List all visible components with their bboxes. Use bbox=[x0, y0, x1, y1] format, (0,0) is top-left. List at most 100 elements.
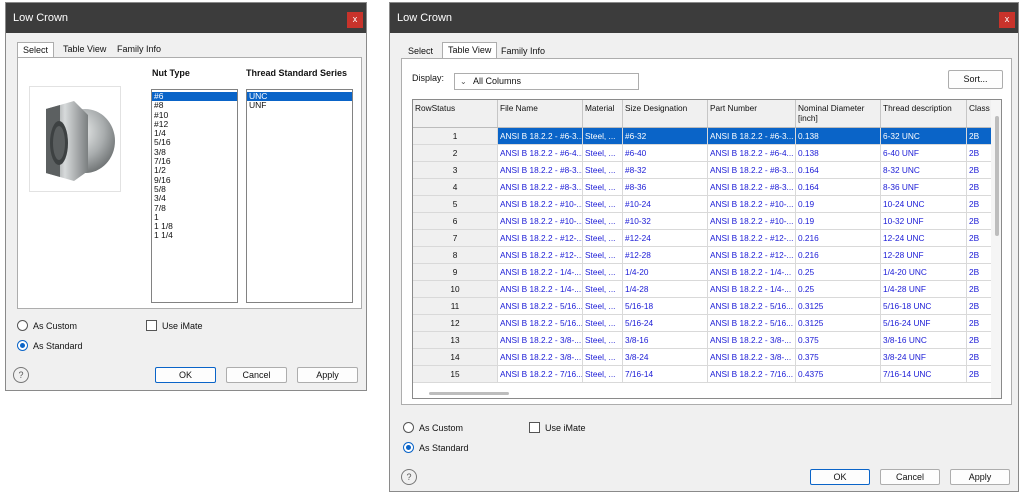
ok-button[interactable]: OK bbox=[155, 367, 216, 383]
table-cell[interactable]: Steel, ... bbox=[583, 196, 623, 212]
table-cell[interactable]: 5/16-18 UNC bbox=[881, 298, 967, 314]
table-cell[interactable]: Steel, ... bbox=[583, 213, 623, 229]
cancel-button[interactable]: Cancel bbox=[226, 367, 287, 383]
apply-button[interactable]: Apply bbox=[950, 469, 1010, 485]
table-cell[interactable]: Steel, ... bbox=[583, 162, 623, 178]
table-cell[interactable]: Steel, ... bbox=[583, 128, 623, 144]
table-cell[interactable]: ANSI B 18.2.2 - #8-3... bbox=[498, 162, 583, 178]
table-row[interactable]: 6 ANSI B 18.2.2 - #10-... Steel, ... #10-32… bbox=[413, 213, 993, 230]
table-row[interactable]: 9 ANSI B 18.2.2 - 1/4-... Steel, ... 1/4-20… bbox=[413, 264, 993, 281]
table-cell[interactable]: #10-24 bbox=[623, 196, 708, 212]
table-cell[interactable]: Steel, ... bbox=[583, 145, 623, 161]
table-cell[interactable]: Steel, ... bbox=[583, 349, 623, 365]
table-cell[interactable]: ANSI B 18.2.2 - #12-... bbox=[708, 230, 796, 246]
table-cell[interactable]: ANSI B 18.2.2 - #12-... bbox=[498, 247, 583, 263]
table-cell[interactable]: 3/8-16 bbox=[623, 332, 708, 348]
table-cell[interactable]: 5/16-24 bbox=[623, 315, 708, 331]
display-dropdown[interactable]: ⌄ All Columns bbox=[454, 73, 639, 90]
nut-type-list[interactable]: #6 #8 #10 #12 1/4 5/16 3/8 7/16 1/2 9/16 5/8 3/4 7/8… bbox=[151, 89, 238, 303]
table-cell[interactable]: 12-28 UNF bbox=[881, 247, 967, 263]
table-cell[interactable]: Steel, ... bbox=[583, 298, 623, 314]
table-cell[interactable]: 0.3125 bbox=[796, 298, 881, 314]
row-status-cell[interactable]: 12 bbox=[413, 315, 498, 331]
table-cell[interactable]: ANSI B 18.2.2 - 5/16... bbox=[498, 298, 583, 314]
table-cell[interactable]: 1/4-28 UNF bbox=[881, 281, 967, 297]
table-cell[interactable]: 3/8-24 bbox=[623, 349, 708, 365]
table-cell[interactable]: 2B bbox=[967, 264, 993, 280]
tab-table-view[interactable]: Table View bbox=[58, 42, 111, 58]
table-row[interactable]: 10 ANSI B 18.2.2 - 1/4-... Steel, ... 1/4-2… bbox=[413, 281, 993, 298]
table-cell[interactable]: 2B bbox=[967, 366, 993, 382]
row-status-cell[interactable]: 13 bbox=[413, 332, 498, 348]
table-cell[interactable]: 2B bbox=[967, 128, 993, 144]
row-status-cell[interactable]: 4 bbox=[413, 179, 498, 195]
table-row[interactable]: 8 ANSI B 18.2.2 - #12-... Steel, ... #12-28… bbox=[413, 247, 993, 264]
table-cell[interactable]: 3/8-16 UNC bbox=[881, 332, 967, 348]
table-row[interactable]: 3 ANSI B 18.2.2 - #8-3... Steel, ... #8-32 A… bbox=[413, 162, 993, 179]
table-cell[interactable]: ANSI B 18.2.2 - 3/8-... bbox=[498, 349, 583, 365]
row-status-cell[interactable]: 9 bbox=[413, 264, 498, 280]
column-header[interactable]: Part Number bbox=[708, 100, 796, 127]
nut-type-item[interactable]: #6 bbox=[152, 91, 237, 102]
row-status-cell[interactable]: 8 bbox=[413, 247, 498, 263]
table-cell[interactable]: ANSI B 18.2.2 - #8-3... bbox=[708, 162, 796, 178]
table-cell[interactable]: 0.216 bbox=[796, 230, 881, 246]
column-header[interactable]: File Name bbox=[498, 100, 583, 127]
table-cell[interactable]: Steel, ... bbox=[583, 264, 623, 280]
row-status-cell[interactable]: 2 bbox=[413, 145, 498, 161]
use-imate-checkbox[interactable] bbox=[529, 422, 540, 433]
family-table[interactable]: RowStatus File Name Material Size Designati… bbox=[412, 99, 1002, 399]
table-cell[interactable]: ANSI B 18.2.2 - #6-3... bbox=[498, 128, 583, 144]
tab-family-info[interactable]: Family Info bbox=[112, 42, 166, 58]
table-cell[interactable]: ANSI B 18.2.2 - #12-... bbox=[708, 247, 796, 263]
table-cell[interactable]: ANSI B 18.2.2 - 1/4-... bbox=[708, 264, 796, 280]
table-cell[interactable]: Steel, ... bbox=[583, 179, 623, 195]
close-button[interactable]: x bbox=[999, 12, 1015, 28]
table-cell[interactable]: 0.19 bbox=[796, 213, 881, 229]
column-header[interactable]: Thread description bbox=[881, 100, 967, 127]
table-cell[interactable]: Steel, ... bbox=[583, 247, 623, 263]
column-header[interactable]: Nominal Diameter [inch] bbox=[796, 100, 881, 127]
table-cell[interactable]: 6-32 UNC bbox=[881, 128, 967, 144]
table-cell[interactable]: ANSI B 18.2.2 - 1/4-... bbox=[498, 281, 583, 297]
table-cell[interactable]: #8-36 bbox=[623, 179, 708, 195]
table-cell[interactable]: ANSI B 18.2.2 - 1/4-... bbox=[708, 281, 796, 297]
table-cell[interactable]: #6-40 bbox=[623, 145, 708, 161]
table-cell[interactable]: 2B bbox=[967, 196, 993, 212]
sort-button[interactable]: Sort... bbox=[948, 70, 1003, 89]
table-cell[interactable]: ANSI B 18.2.2 - 1/4-... bbox=[498, 264, 583, 280]
table-cell[interactable]: 0.4375 bbox=[796, 366, 881, 382]
table-row[interactable]: 7 ANSI B 18.2.2 - #12-... Steel, ... #12-24… bbox=[413, 230, 993, 247]
table-cell[interactable]: 6-40 UNF bbox=[881, 145, 967, 161]
help-icon[interactable]: ? bbox=[13, 367, 29, 383]
table-cell[interactable]: 2B bbox=[967, 230, 993, 246]
table-cell[interactable]: 12-24 UNC bbox=[881, 230, 967, 246]
table-cell[interactable]: ANSI B 18.2.2 - 3/8-... bbox=[498, 332, 583, 348]
table-cell[interactable]: 0.138 bbox=[796, 128, 881, 144]
table-cell[interactable]: #12-24 bbox=[623, 230, 708, 246]
table-row[interactable]: 4 ANSI B 18.2.2 - #8-3... Steel, ... #8-36 A… bbox=[413, 179, 993, 196]
row-status-cell[interactable]: 10 bbox=[413, 281, 498, 297]
scroll-thumb[interactable] bbox=[995, 116, 999, 236]
table-cell[interactable]: 2B bbox=[967, 145, 993, 161]
tab-select[interactable]: Select bbox=[17, 42, 55, 58]
table-cell[interactable]: Steel, ... bbox=[583, 281, 623, 297]
table-cell[interactable]: 1/4-20 UNC bbox=[881, 264, 967, 280]
as-custom-radio[interactable] bbox=[17, 320, 28, 331]
thread-series-item[interactable]: UNF bbox=[247, 100, 352, 110]
table-cell[interactable]: 0.164 bbox=[796, 179, 881, 195]
table-cell[interactable]: 0.25 bbox=[796, 281, 881, 297]
row-status-cell[interactable]: 1 bbox=[413, 128, 498, 144]
table-row[interactable]: 5 ANSI B 18.2.2 - #10-... Steel, ... #10-24… bbox=[413, 196, 993, 213]
table-cell[interactable]: 2B bbox=[967, 349, 993, 365]
table-cell[interactable]: Steel, ... bbox=[583, 230, 623, 246]
as-standard-radio[interactable] bbox=[403, 442, 414, 453]
table-cell[interactable]: 0.3125 bbox=[796, 315, 881, 331]
table-cell[interactable]: ANSI B 18.2.2 - #10-... bbox=[708, 213, 796, 229]
table-cell[interactable]: 2B bbox=[967, 298, 993, 314]
table-cell[interactable]: ANSI B 18.2.2 - 7/16... bbox=[708, 366, 796, 382]
vertical-scrollbar[interactable] bbox=[991, 100, 1001, 398]
ok-button[interactable]: OK bbox=[810, 469, 870, 485]
table-row[interactable]: 12 ANSI B 18.2.2 - 5/16... Steel, ... 5/16-… bbox=[413, 315, 993, 332]
horizontal-scroll-thumb[interactable] bbox=[429, 392, 509, 395]
